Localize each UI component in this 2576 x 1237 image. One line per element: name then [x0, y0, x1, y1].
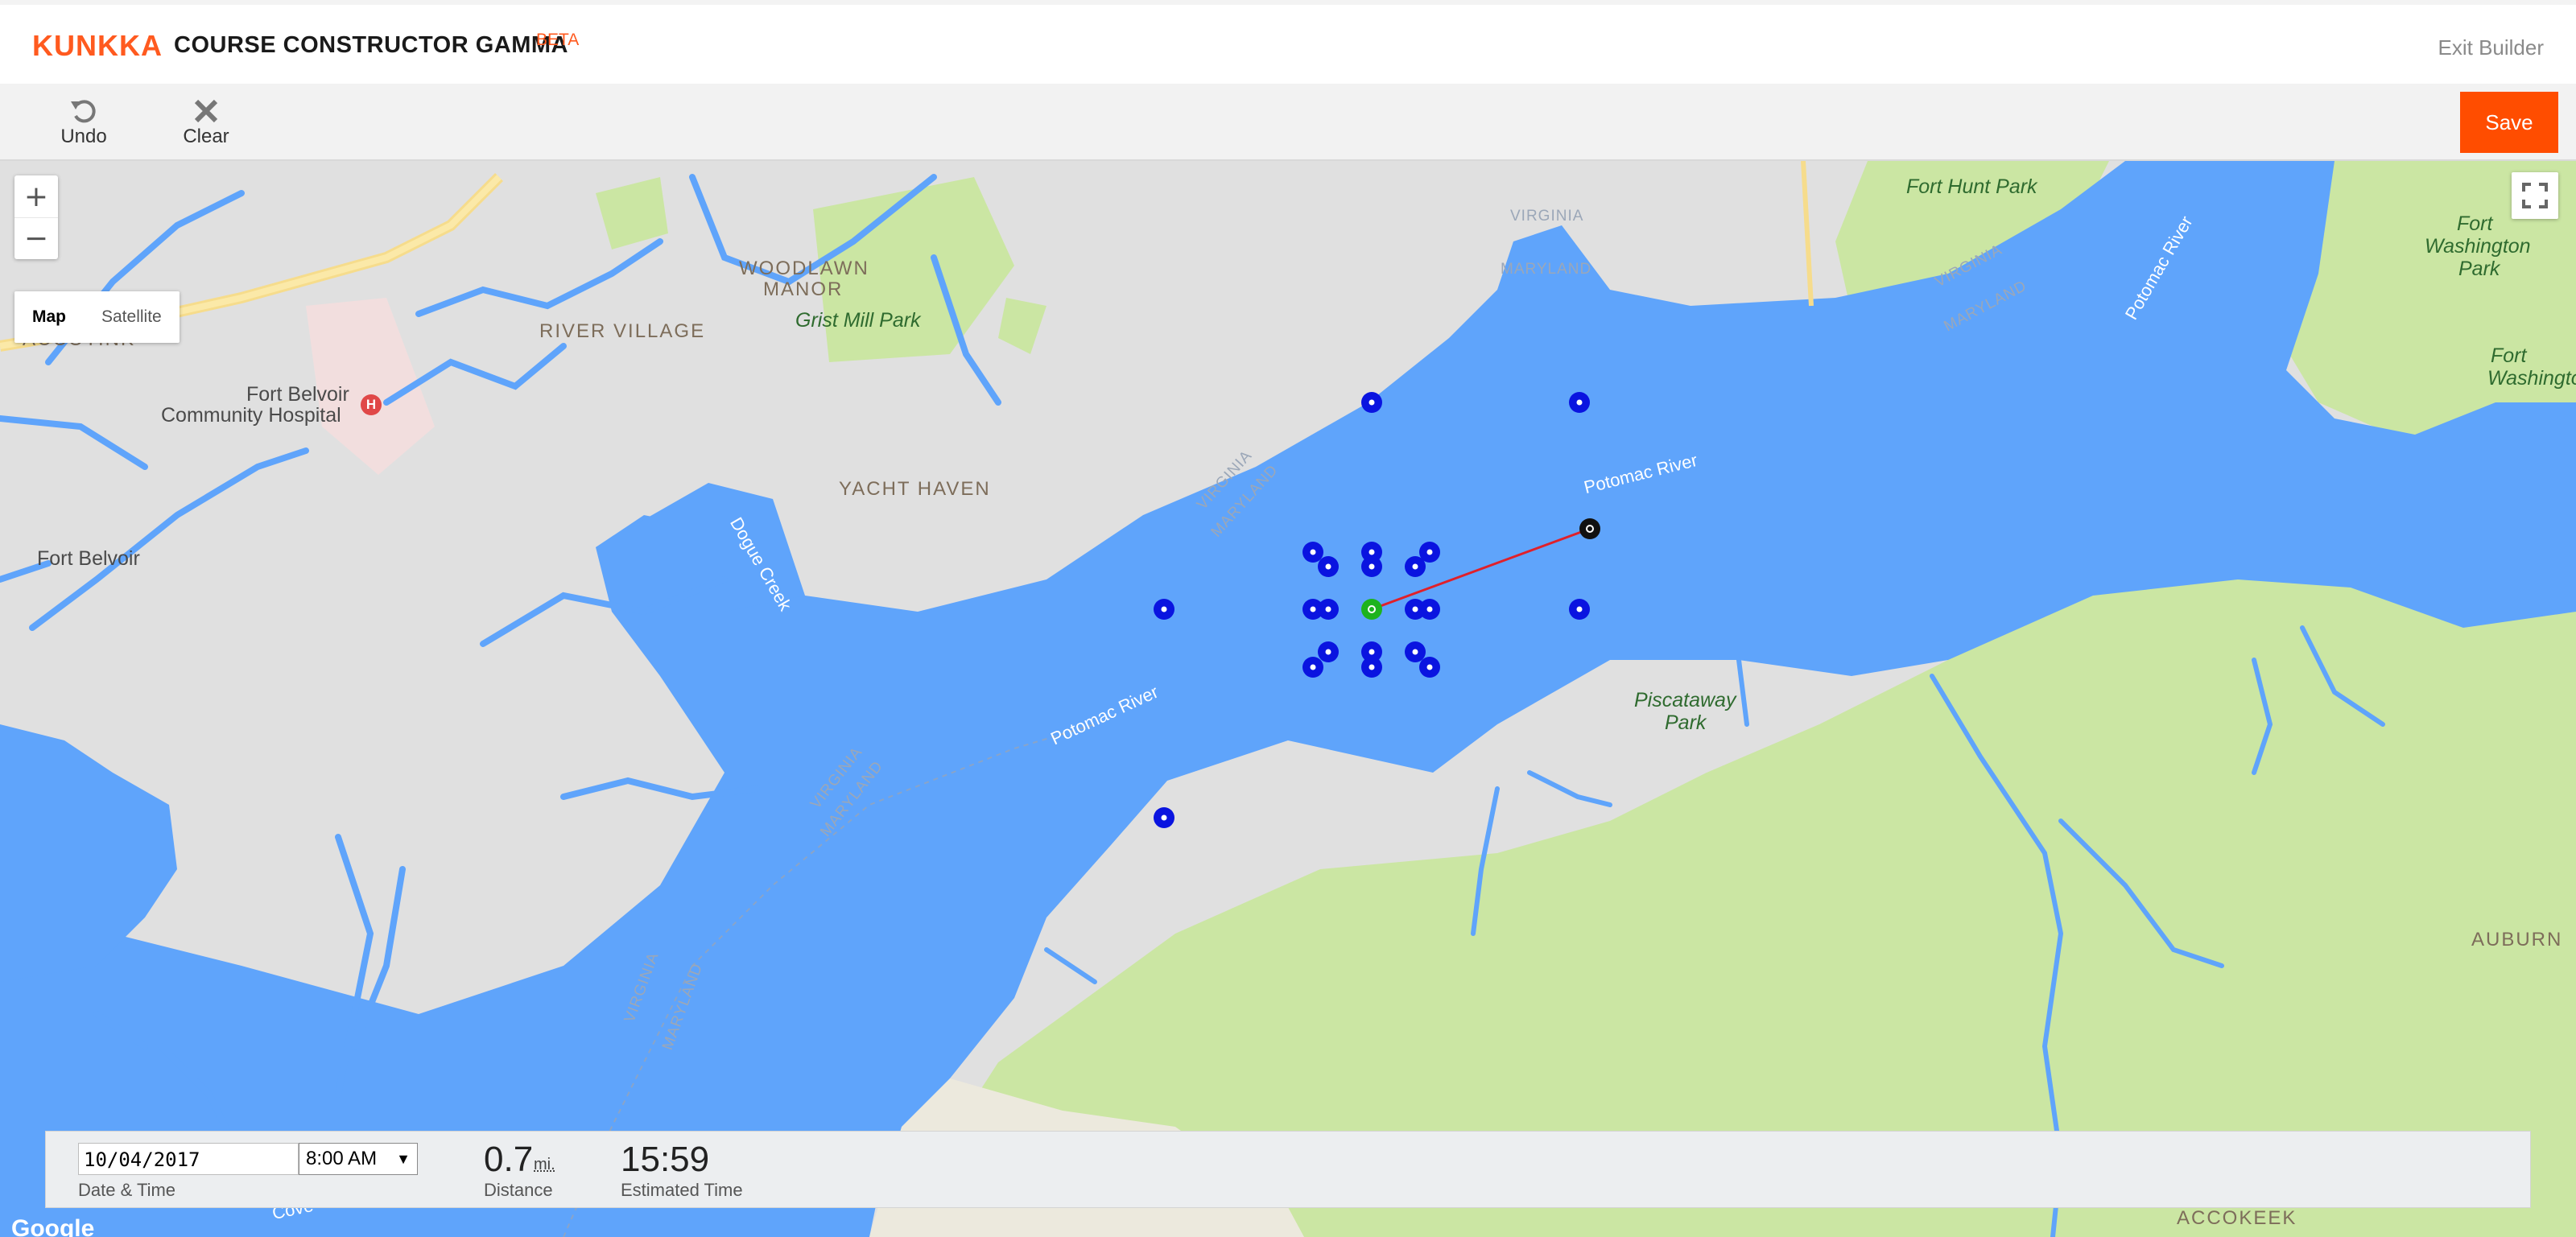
course-mark-center: [1576, 399, 1583, 406]
toolbar: Undo Clear Save: [0, 84, 2576, 161]
course-mark-center: [1161, 814, 1167, 821]
distance-unit: mi.: [534, 1156, 555, 1173]
page-title: COURSE CONSTRUCTOR GAMMA: [174, 32, 568, 58]
course-mark-center: [1412, 649, 1418, 655]
zoom-in-button[interactable]: +: [14, 175, 58, 217]
course-mark-center: [1426, 549, 1433, 555]
undo-icon: [35, 90, 132, 126]
time-select[interactable]: 8:00 AM ▼: [299, 1143, 418, 1175]
distance-caption: Distance: [484, 1180, 553, 1200]
course-mark-center: [1368, 549, 1375, 555]
map-type-satellite-button[interactable]: Satellite: [84, 291, 180, 343]
course-mark-center: [1368, 649, 1375, 655]
distance-value: 0.7: [484, 1140, 534, 1179]
course-mark-center: [1368, 399, 1375, 406]
course-mark-center: [1576, 606, 1583, 612]
finish-mark[interactable]: [1579, 518, 1600, 539]
date-time-caption: Date & Time: [78, 1180, 176, 1200]
zoom-out-button[interactable]: −: [14, 217, 58, 259]
time-select-value: 8:00 AM: [306, 1148, 378, 1169]
undo-label: Undo: [60, 126, 107, 147]
map-canvas[interactable]: ACCOTINK Fort Belvoir Community Hospital…: [0, 161, 2576, 1237]
course-mark-center: [1426, 606, 1433, 612]
course-mark-center: [1161, 606, 1167, 612]
course-info-bar: 10/04/2017 8:00 AM ▼ Date & Time 0.7 mi.…: [45, 1131, 2531, 1208]
fullscreen-icon: [2522, 183, 2548, 208]
course-mark-center: [1325, 649, 1331, 655]
app-header: KUNKKA COURSE CONSTRUCTOR GAMMA BETA Exi…: [0, 0, 2576, 84]
course-mark-center: [1310, 664, 1316, 670]
estimated-time-caption: Estimated Time: [621, 1180, 743, 1200]
save-button[interactable]: Save: [2460, 92, 2558, 153]
app-logo[interactable]: KUNKKA: [32, 29, 163, 63]
course-mark-center: [1426, 664, 1433, 670]
date-input[interactable]: 10/04/2017: [78, 1143, 299, 1175]
clear-button[interactable]: Clear: [158, 90, 254, 155]
close-icon: [158, 90, 254, 126]
beta-badge: BETA: [536, 31, 580, 49]
course-mark-center: [1325, 563, 1331, 570]
course-mark-center: [1368, 563, 1375, 570]
course-overlay: [1154, 392, 1600, 828]
map-type-map-button[interactable]: Map: [14, 291, 84, 343]
course-mark-center: [1368, 664, 1375, 670]
estimated-time-value: 15:59: [621, 1140, 710, 1179]
fullscreen-button[interactable]: [2512, 172, 2558, 219]
course-mark-center: [1412, 606, 1418, 612]
map-type-control: Map Satellite: [14, 291, 180, 343]
exit-builder-link[interactable]: Exit Builder: [2438, 35, 2545, 60]
start-mark[interactable]: [1361, 599, 1382, 620]
undo-button[interactable]: Undo: [35, 90, 132, 155]
dropdown-arrow-icon: ▼: [396, 1151, 411, 1167]
course-mark-center: [1412, 563, 1418, 570]
course-mark-center: [1310, 606, 1316, 612]
clear-label: Clear: [183, 126, 229, 147]
zoom-control: + −: [14, 175, 58, 259]
course-leg-line: [1371, 527, 1591, 611]
course-mark-center: [1325, 606, 1331, 612]
course-mark-center: [1310, 549, 1316, 555]
